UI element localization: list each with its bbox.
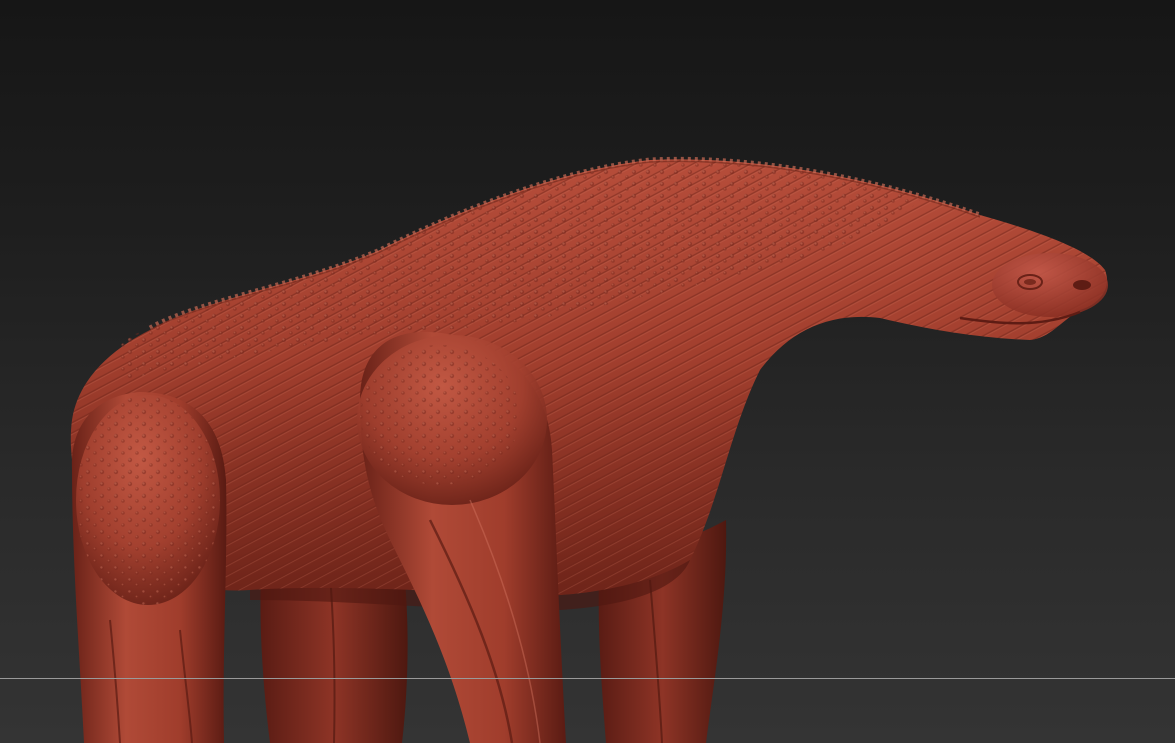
sculpt-model-render [70, 156, 1108, 743]
floor-grid-line [0, 678, 1175, 679]
nostril [1073, 280, 1091, 290]
rear-near-leg [71, 392, 227, 743]
3d-viewport-canvas[interactable] [0, 0, 1175, 743]
